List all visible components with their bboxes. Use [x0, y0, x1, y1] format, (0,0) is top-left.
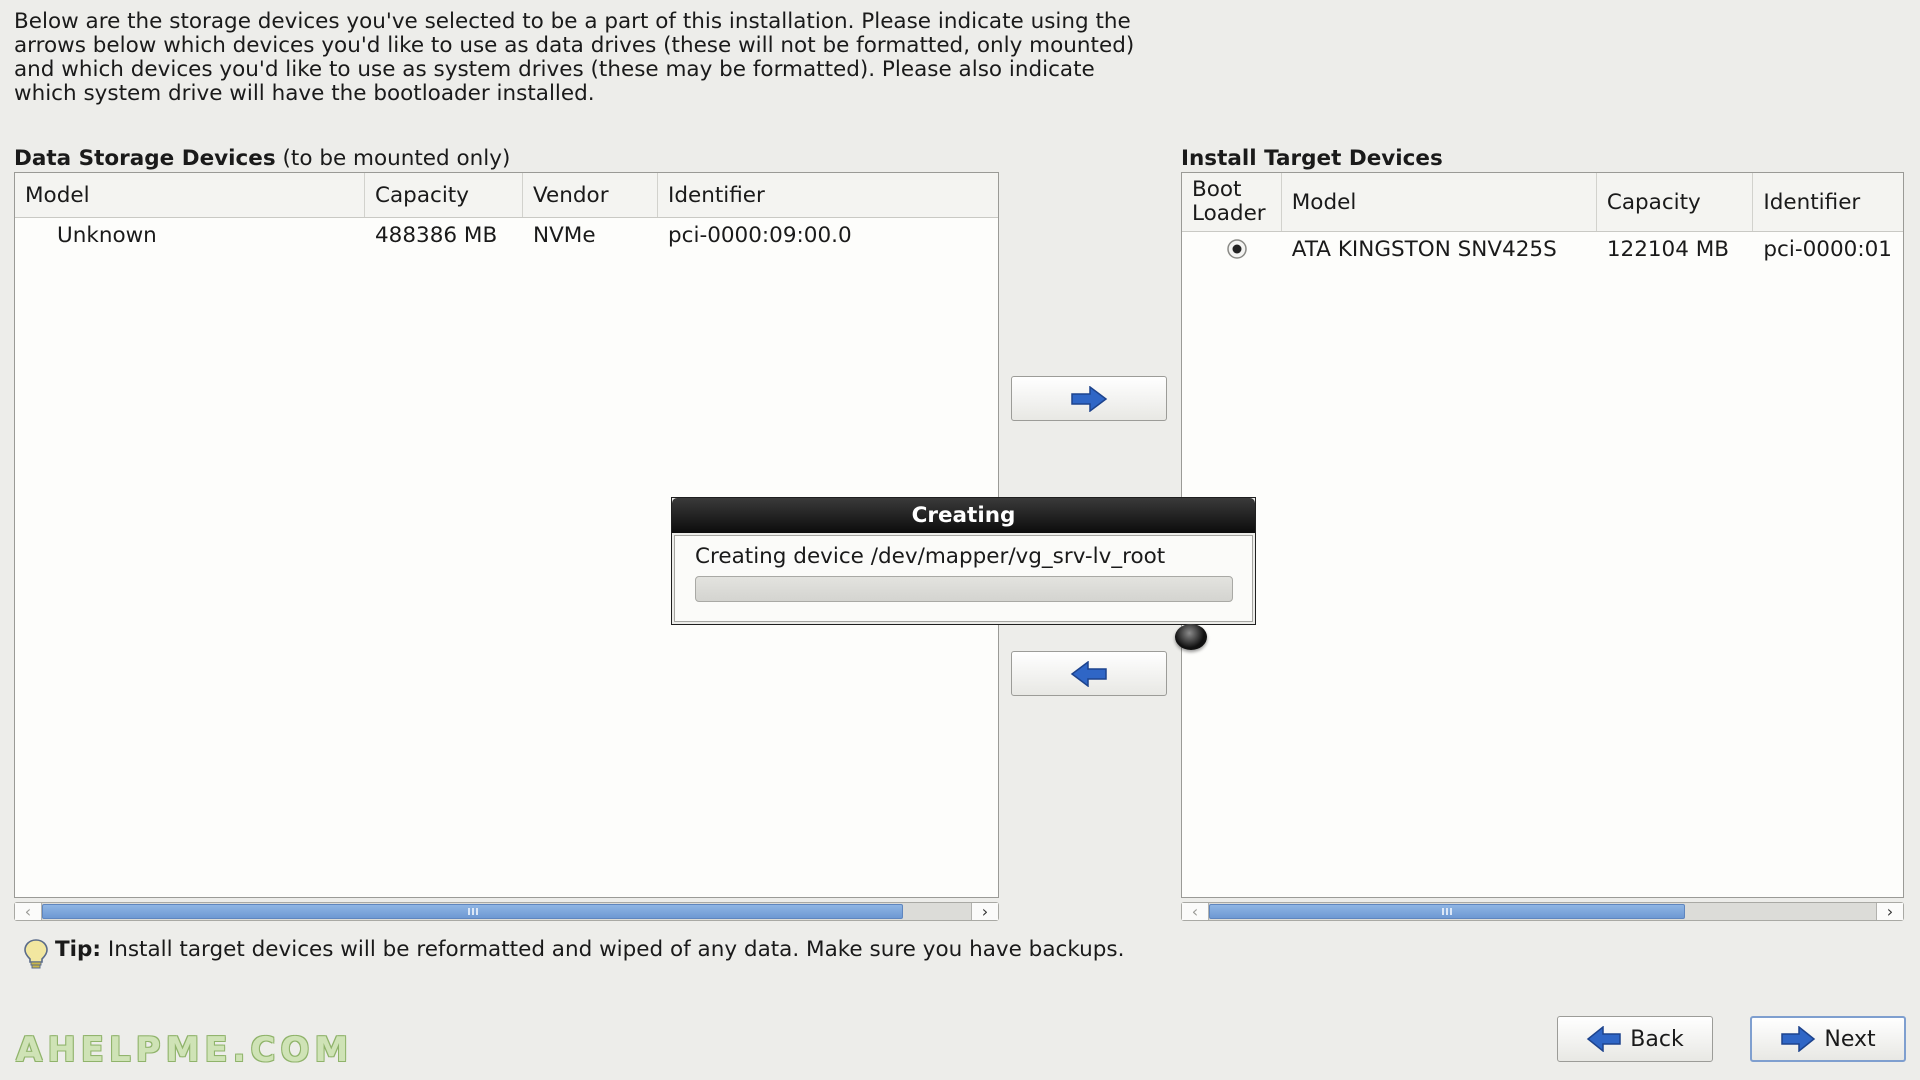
column-header-vendor[interactable]: Vendor	[523, 173, 658, 217]
lightbulb-icon	[24, 939, 48, 969]
bootloader-radio[interactable]	[1226, 238, 1248, 260]
scroll-left-icon[interactable]: ‹	[1182, 902, 1209, 921]
tip-text: Tip: Install target devices will be refo…	[55, 938, 1195, 962]
cell-identifier: pci-0000:01	[1763, 236, 1892, 262]
target-devices-table[interactable]: Boot Loader Model Capacity Identifier AT…	[1181, 172, 1904, 898]
cell-model: Unknown	[57, 222, 157, 248]
data-devices-subtitle: (to be mounted only)	[282, 146, 511, 171]
remove-from-target-button[interactable]	[1011, 651, 1167, 696]
add-to-target-button[interactable]	[1011, 376, 1167, 421]
watermark: AHELPME.COM	[16, 1030, 354, 1070]
data-devices-title: Data Storage Devices	[14, 146, 276, 171]
scroll-grip-icon	[1442, 908, 1452, 915]
scroll-left-icon[interactable]: ‹	[15, 902, 42, 921]
cell-identifier: pci-0000:09:00.0	[668, 222, 852, 248]
table-row[interactable]: Unknown 488386 MB NVMe pci-0000:09:00.0	[15, 218, 998, 252]
cell-model: ATA KINGSTON SNV425S	[1291, 236, 1557, 262]
table-row[interactable]: ATA KINGSTON SNV425S 122104 MB pci-0000:…	[1182, 232, 1903, 266]
back-button[interactable]: Back	[1557, 1016, 1713, 1062]
column-header-identifier[interactable]: Identifier	[658, 173, 998, 217]
dialog-body: Creating device /dev/mapper/vg_srv-lv_ro…	[674, 535, 1253, 622]
right-arrow-icon	[1781, 1026, 1816, 1052]
column-header-model[interactable]: Model	[15, 173, 365, 217]
next-button[interactable]: Next	[1750, 1016, 1906, 1062]
dialog-title: Creating	[672, 498, 1255, 533]
cell-boot-loader	[1182, 232, 1282, 266]
scroll-right-icon[interactable]: ›	[1876, 902, 1903, 921]
back-button-label: Back	[1630, 1026, 1684, 1052]
left-arrow-icon	[1587, 1026, 1622, 1052]
cell-capacity: 488386 MB	[375, 222, 498, 248]
column-header-capacity[interactable]: Capacity	[1597, 173, 1754, 231]
scroll-grip-icon	[467, 908, 478, 915]
cell-vendor: NVMe	[533, 222, 596, 248]
intro-text: Below are the storage devices you've sel…	[14, 9, 1135, 106]
table-header: Boot Loader Model Capacity Identifier	[1182, 173, 1903, 232]
tip-label: Tip:	[55, 937, 102, 962]
scroll-right-icon[interactable]: ›	[971, 902, 998, 921]
target-devices-heading: Install Target Devices	[1181, 146, 1443, 171]
left-arrow-icon	[1070, 660, 1107, 687]
right-arrow-icon	[1071, 385, 1108, 412]
tip-message: Install target devices will be reformatt…	[107, 937, 1125, 962]
data-devices-scrollbar[interactable]: ‹ ›	[14, 902, 999, 921]
busy-cursor-icon	[1175, 624, 1207, 650]
column-header-model[interactable]: Model	[1282, 173, 1597, 231]
table-header: Model Capacity Vendor Identifier	[15, 173, 998, 218]
column-header-identifier[interactable]: Identifier	[1753, 173, 1903, 231]
next-button-label: Next	[1824, 1026, 1876, 1052]
progress-bar	[695, 576, 1233, 602]
dialog-message: Creating device /dev/mapper/vg_srv-lv_ro…	[695, 544, 1166, 569]
cell-capacity: 122104 MB	[1606, 236, 1730, 262]
scrollbar-thumb[interactable]	[42, 904, 903, 919]
column-header-boot-loader[interactable]: Boot Loader	[1182, 173, 1282, 231]
target-devices-scrollbar[interactable]: ‹ ›	[1181, 902, 1904, 921]
target-devices-title: Install Target Devices	[1181, 146, 1443, 171]
column-header-capacity[interactable]: Capacity	[365, 173, 523, 217]
creating-dialog: Creating Creating device /dev/mapper/vg_…	[671, 497, 1256, 625]
data-devices-heading: Data Storage Devices (to be mounted only…	[14, 146, 510, 171]
scrollbar-thumb[interactable]	[1209, 904, 1685, 919]
